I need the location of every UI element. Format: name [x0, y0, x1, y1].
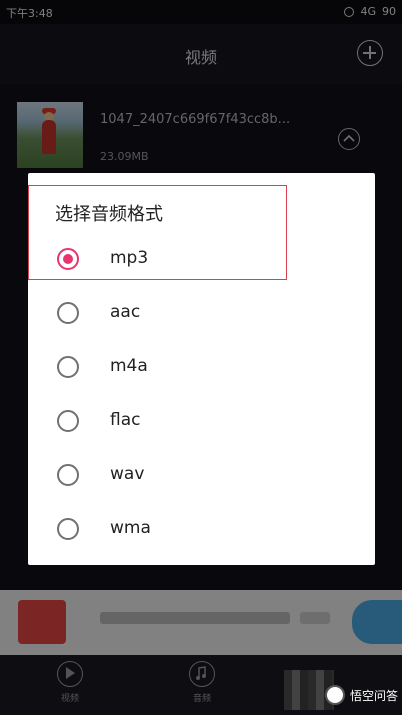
option-aac[interactable]: aac [28, 287, 375, 341]
watermark-logo-icon [324, 685, 345, 705]
radio-unchecked-icon[interactable] [57, 518, 79, 540]
watermark: 悟空问答 [324, 685, 398, 705]
radio-unchecked-icon[interactable] [57, 464, 79, 486]
option-wma[interactable]: wma [28, 503, 375, 557]
radio-unchecked-icon[interactable] [57, 356, 79, 378]
option-label: wma [110, 518, 151, 538]
option-mp3[interactable]: mp3 [28, 233, 375, 287]
option-label: flac [110, 410, 141, 430]
audio-format-dialog: 选择音频格式 mp3 aac m4a flac wav wma [28, 173, 375, 565]
watermark-text: 悟空问答 [349, 688, 398, 703]
radio-unchecked-icon[interactable] [57, 302, 79, 324]
option-label: aac [110, 302, 141, 322]
option-flac[interactable]: flac [28, 395, 375, 449]
option-label: wav [110, 464, 145, 484]
option-m4a[interactable]: m4a [28, 341, 375, 395]
option-label: mp3 [110, 248, 149, 268]
radio-checked-icon[interactable] [57, 248, 79, 270]
option-label: m4a [110, 356, 148, 376]
option-wav[interactable]: wav [28, 449, 375, 503]
dialog-title: 选择音频格式 [55, 204, 163, 225]
radio-unchecked-icon[interactable] [57, 410, 79, 432]
